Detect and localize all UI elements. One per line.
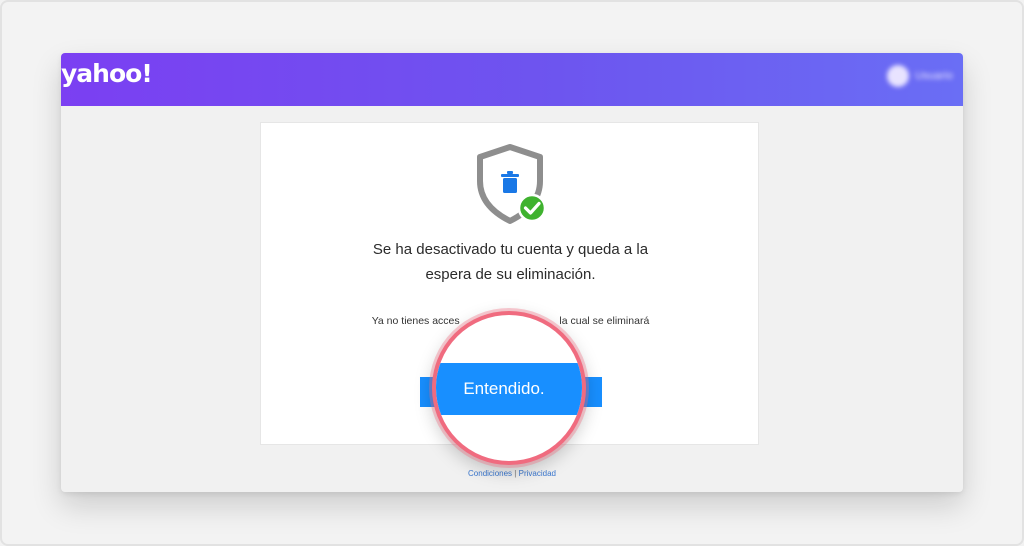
deactivation-heading: Se ha desactivado tu cuenta y queda a la…	[261, 237, 760, 287]
magnifier-highlight: Entendido.	[432, 311, 586, 465]
footer-separator: |	[514, 469, 517, 478]
shield-trash-check-icon	[477, 144, 547, 224]
access-note-right: la cual se eliminará	[559, 315, 650, 327]
profile-menu[interactable]: Usuario	[887, 65, 953, 87]
footer-links: Condiciones | Privacidad	[61, 469, 963, 478]
privacy-link[interactable]: Privacidad	[519, 469, 556, 478]
header-bar: yahoo! Usuario	[61, 53, 963, 106]
yahoo-logo[interactable]: yahoo!	[61, 59, 153, 88]
terms-link[interactable]: Condiciones	[468, 469, 512, 478]
profile-name[interactable]: Usuario	[915, 70, 953, 82]
access-note-left: Ya no tienes acces	[371, 315, 460, 327]
heading-line-1: Se ha desactivado tu cuenta y queda a la	[372, 241, 649, 258]
avatar[interactable]	[887, 65, 910, 87]
heading-line-2: espera de su eliminación.	[425, 266, 596, 283]
understood-button-zoomed[interactable]: Entendido.	[436, 363, 582, 415]
